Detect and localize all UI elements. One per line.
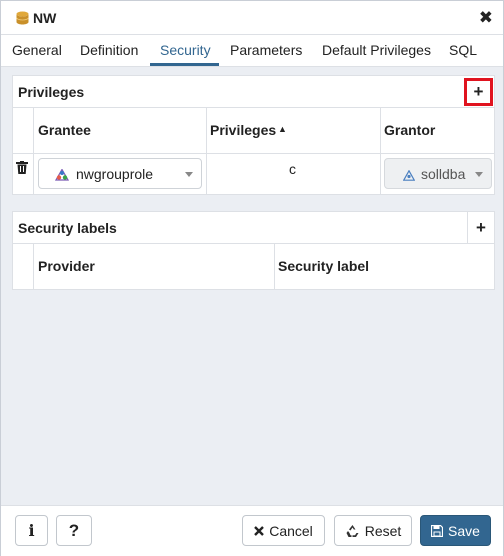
row-action-column-header bbox=[13, 108, 33, 153]
active-tab-indicator bbox=[150, 63, 219, 66]
grantee-header-label: Grantee bbox=[38, 122, 91, 138]
dialog-footer: i ? Cancel Reset Save bbox=[1, 505, 503, 556]
database-icon bbox=[16, 11, 29, 25]
security-labels-column-headers: Provider Security label bbox=[13, 244, 494, 290]
security-labels-header: Security labels + bbox=[13, 212, 494, 244]
cancel-button[interactable]: Cancel bbox=[242, 515, 325, 546]
reset-label: Reset bbox=[364, 522, 402, 539]
role-icon bbox=[402, 168, 416, 184]
tab-definition[interactable]: Definition bbox=[80, 42, 138, 58]
row-action-column-header bbox=[13, 244, 33, 290]
close-icon[interactable]: ✖ bbox=[479, 8, 493, 28]
privileges-column-header[interactable]: Privileges ▲ bbox=[206, 108, 380, 153]
add-security-label-button[interactable]: + bbox=[467, 212, 494, 244]
grantee-value: nwgrouprole bbox=[76, 166, 154, 182]
grantor-header-label: Grantor bbox=[384, 122, 436, 138]
privileges-title: Privileges bbox=[18, 84, 85, 100]
privileges-header: Privileges + bbox=[13, 76, 494, 108]
save-button[interactable]: Save bbox=[420, 515, 491, 546]
security-label-column-header[interactable]: Security label bbox=[274, 244, 495, 290]
tab-sql[interactable]: SQL bbox=[449, 42, 477, 58]
privileges-column-headers: Grantee Privileges ▲ Grantor bbox=[13, 108, 494, 154]
security-labels-panel: Security labels + Provider Security labe… bbox=[12, 211, 495, 290]
privileges-header-label: Privileges bbox=[210, 122, 277, 138]
privileges-cell[interactable]: c bbox=[206, 154, 380, 195]
tab-general[interactable]: General bbox=[12, 42, 62, 58]
grantee-cell: nwgrouprole bbox=[33, 154, 206, 195]
privileges-value: c bbox=[289, 161, 296, 177]
title-bar: NW ✖ bbox=[1, 1, 503, 35]
row-action-cell bbox=[13, 154, 33, 195]
provider-header-label: Provider bbox=[38, 258, 95, 274]
help-icon: ? bbox=[68, 520, 80, 540]
save-label: Save bbox=[448, 522, 480, 539]
grantor-column-header[interactable]: Grantor bbox=[380, 108, 495, 153]
help-button[interactable]: ? bbox=[56, 515, 92, 546]
cancel-label: Cancel bbox=[269, 522, 313, 539]
info-button[interactable]: i bbox=[15, 515, 48, 546]
tab-bar: General Definition Security Parameters D… bbox=[1, 35, 503, 67]
save-icon bbox=[431, 524, 444, 537]
table-row: nwgrouprole c solldba bbox=[13, 154, 494, 195]
caret-down-icon bbox=[475, 172, 483, 177]
security-labels-title: Security labels bbox=[18, 220, 117, 236]
provider-column-header[interactable]: Provider bbox=[33, 244, 274, 290]
grantee-select[interactable]: nwgrouprole bbox=[38, 158, 202, 189]
reset-button[interactable]: Reset bbox=[334, 515, 412, 546]
properties-dialog: NW ✖ General Definition Security Paramet… bbox=[0, 0, 504, 556]
grantee-column-header[interactable]: Grantee bbox=[33, 108, 206, 153]
add-privilege-button[interactable]: + bbox=[464, 78, 493, 106]
delete-icon[interactable] bbox=[16, 161, 28, 177]
grantor-cell: solldba bbox=[380, 154, 495, 195]
dialog-title: NW bbox=[33, 10, 57, 26]
reset-icon bbox=[345, 524, 360, 538]
info-icon: i bbox=[28, 521, 35, 540]
caret-down-icon bbox=[185, 172, 193, 177]
tab-parameters[interactable]: Parameters bbox=[230, 42, 302, 58]
tab-security[interactable]: Security bbox=[160, 42, 211, 58]
grantor-select: solldba bbox=[384, 158, 492, 189]
security-label-header-label: Security label bbox=[278, 258, 370, 274]
tab-default-privileges[interactable]: Default Privileges bbox=[322, 42, 431, 58]
sort-asc-icon: ▲ bbox=[278, 124, 287, 134]
privileges-panel: Privileges + Grantee Privileges ▲ Granto… bbox=[12, 75, 495, 195]
group-role-icon bbox=[54, 168, 70, 184]
cancel-icon bbox=[254, 525, 265, 536]
grantor-value: solldba bbox=[421, 166, 466, 182]
